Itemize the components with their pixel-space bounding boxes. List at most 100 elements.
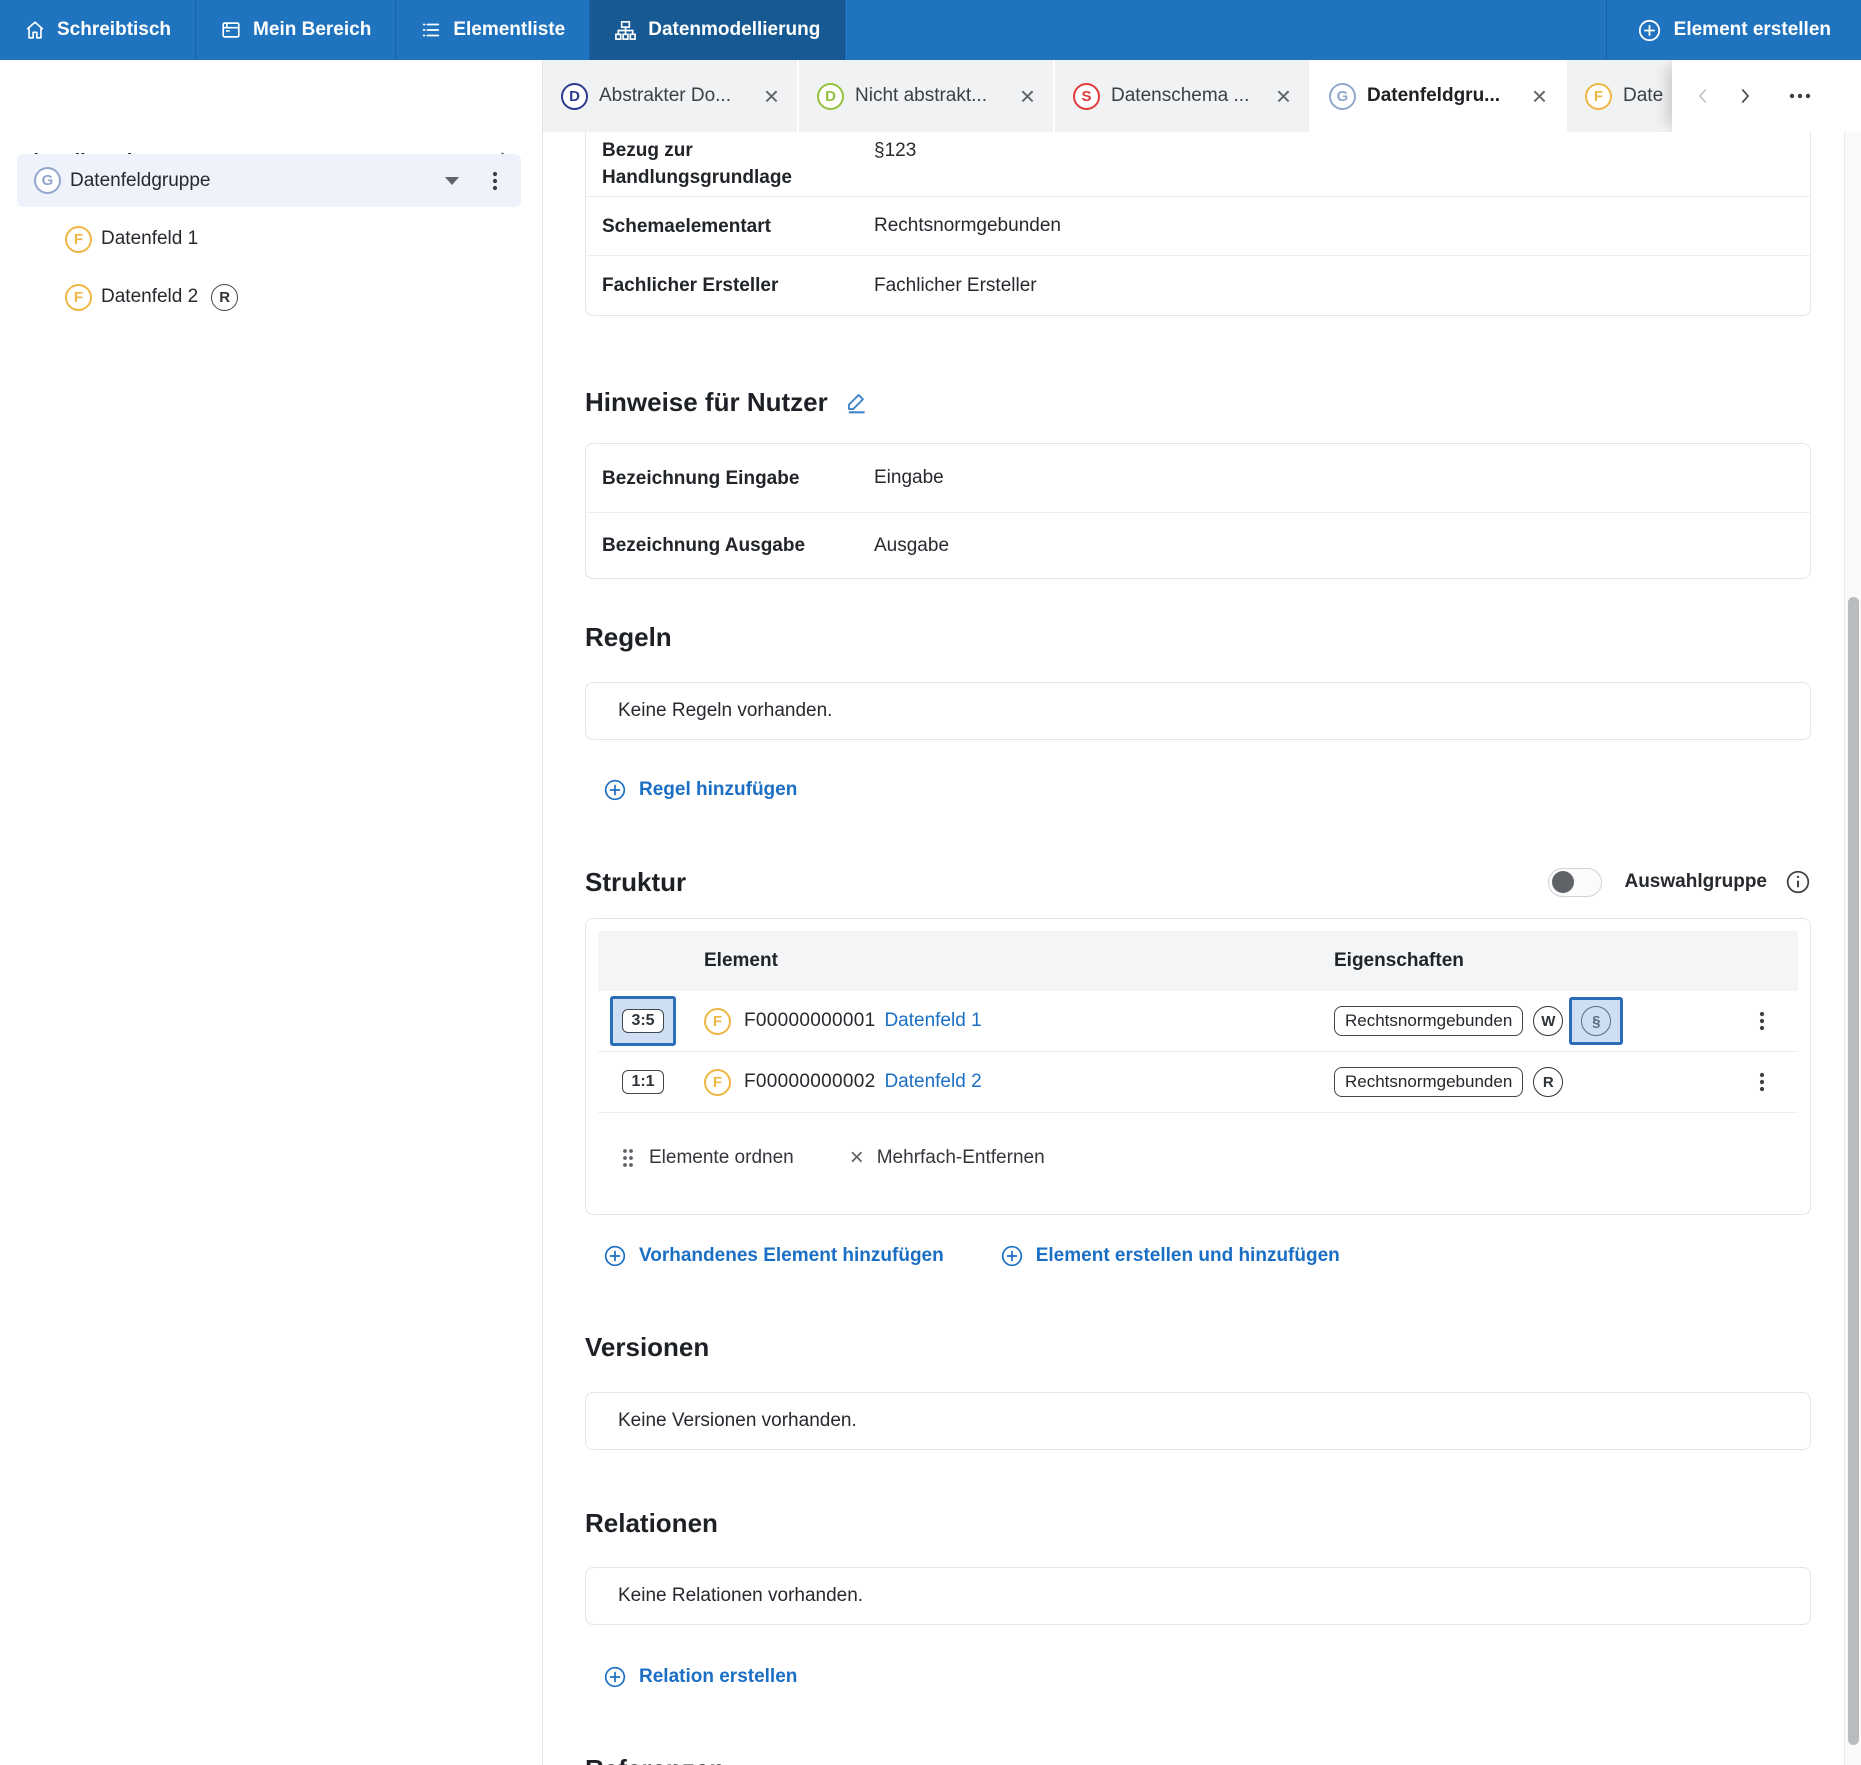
- plus-circle-icon: [603, 778, 627, 802]
- nav-elementliste[interactable]: Elementliste: [396, 0, 590, 60]
- tab-datenfeldgruppe[interactable]: G Datenfeldgru... ×: [1311, 60, 1565, 132]
- row-kebab-menu-icon[interactable]: [1746, 1070, 1772, 1094]
- nav-schreibtisch[interactable]: Schreibtisch: [0, 0, 196, 60]
- tab-label: Abstrakter Do...: [599, 85, 731, 107]
- info-icon[interactable]: [1785, 869, 1811, 895]
- element-name-link[interactable]: Datenfeld 1: [884, 1010, 981, 1032]
- close-icon[interactable]: ×: [1274, 83, 1293, 109]
- link-label: Regel hinzufügen: [639, 779, 797, 801]
- element-erstellen-button[interactable]: Element erstellen: [1606, 0, 1861, 60]
- sidebar-item-datenfeld-1[interactable]: F Datenfeld 1: [65, 210, 198, 268]
- detail-label: Schemaelementart: [602, 213, 874, 240]
- tab-label: Datenschema ...: [1111, 85, 1249, 107]
- element-cell: F F00000000002 Datenfeld 2: [688, 1069, 1334, 1096]
- document-type-icon: D: [561, 83, 588, 110]
- column-header-eigenschaften: Eigenschaften: [1334, 950, 1746, 972]
- table-row: 3:5 F F00000000001 Datenfeld 1 Rechtsnor…: [598, 991, 1798, 1052]
- tab-label: Datenfeldgru...: [1367, 85, 1500, 107]
- section-title: Referenzen: [585, 1753, 725, 1765]
- nav-label: Schreibtisch: [57, 19, 171, 41]
- detail-label: Fachlicher Ersteller: [602, 272, 874, 299]
- section-heading-referenzen: Referenzen: [585, 1753, 1811, 1765]
- mehrfach-entfernen-button[interactable]: × Mehrfach-Entfernen: [850, 1146, 1045, 1170]
- close-icon[interactable]: ×: [1530, 83, 1549, 109]
- sidebar-item-datenfeld-2[interactable]: F Datenfeld 2 R: [65, 268, 238, 326]
- tabs-scroll-left-icon[interactable]: [1688, 81, 1718, 111]
- regeln-empty-card: Keine Regeln vorhanden.: [585, 682, 1811, 740]
- workspace-icon: [220, 19, 242, 41]
- tab-abstrakter-do[interactable]: D Abstrakter Do... ×: [543, 60, 797, 132]
- sidebar-item-label: Datenfeld 1: [101, 228, 198, 250]
- sidebar-item-datenfeldgruppe[interactable]: G Datenfeldgruppe: [17, 154, 521, 207]
- vertical-scrollbar[interactable]: [1844, 132, 1861, 1765]
- home-icon: [24, 19, 46, 41]
- relationen-actions: Relation erstellen: [585, 1663, 1811, 1691]
- nav-mein-bereich[interactable]: Mein Bereich: [196, 0, 396, 60]
- app-window: Schreibtisch Mein Bereich Elementliste D…: [0, 0, 1861, 1765]
- regel-hinzufuegen-link[interactable]: Regel hinzufügen: [603, 778, 797, 802]
- tabs-scroll-right-icon[interactable]: [1730, 81, 1760, 111]
- tab-label: Nicht abstrakt...: [855, 85, 987, 107]
- toggle-label: Auswahlgruppe: [1624, 866, 1767, 898]
- detail-value: Ausgabe: [874, 535, 949, 557]
- sitemap-icon: [614, 19, 637, 42]
- element-details-card: Bezug zur Handlungsgrundlage §123 Schema…: [585, 132, 1811, 316]
- struktur-controls: Auswahlgruppe: [1548, 866, 1811, 898]
- multiplicity-badge-selected[interactable]: 3:5: [610, 996, 676, 1046]
- schema-type-chip: Rechtsnormgebunden: [1334, 1067, 1523, 1097]
- paragraph-badge: §: [1581, 1006, 1611, 1036]
- tab-datenschema[interactable]: S Datenschema ... ×: [1055, 60, 1309, 132]
- schema-type-chip: Rechtsnormgebunden: [1334, 1006, 1523, 1036]
- tab-scroll-controls: [1672, 60, 1861, 132]
- kebab-menu-icon[interactable]: [485, 170, 505, 192]
- section-title: Regeln: [585, 621, 672, 653]
- detail-row: Fachlicher Ersteller Fachlicher Erstelle…: [586, 255, 1810, 315]
- section-heading-regeln: Regeln: [585, 621, 1811, 653]
- element-name-link[interactable]: Datenfeld 2: [884, 1071, 981, 1093]
- auswahlgruppe-toggle[interactable]: [1548, 868, 1602, 897]
- detail-value: Eingabe: [874, 467, 944, 489]
- tool-label: Elemente ordnen: [649, 1147, 794, 1169]
- detail-row: Bezug zur Handlungsgrundlage §123: [586, 132, 1810, 196]
- struktur-actions: Vorhandenes Element hinzufügen Element e…: [585, 1242, 1811, 1270]
- section-title: Relationen: [585, 1507, 718, 1539]
- field-type-icon: F: [1585, 83, 1612, 110]
- detail-value: Rechtsnormgebunden: [874, 215, 1061, 237]
- relation-erstellen-link[interactable]: Relation erstellen: [603, 1665, 797, 1689]
- tabs-more-icon[interactable]: [1786, 82, 1814, 110]
- tab-nicht-abstrakt[interactable]: D Nicht abstrakt... ×: [799, 60, 1053, 132]
- close-icon[interactable]: ×: [1018, 83, 1037, 109]
- element-erstellen-und-hinzufuegen-link[interactable]: Element erstellen und hinzufügen: [1000, 1244, 1340, 1268]
- elemente-ordnen-button[interactable]: Elemente ordnen: [620, 1147, 794, 1169]
- row-kebab-menu-icon[interactable]: [1746, 1009, 1772, 1033]
- section-title: Struktur: [585, 866, 686, 898]
- element-cell: F F00000000001 Datenfeld 1: [688, 1008, 1334, 1035]
- detail-label: Bezeichnung Eingabe: [602, 465, 874, 492]
- properties-cell: Rechtsnormgebunden W §: [1334, 997, 1746, 1045]
- x-icon: ×: [850, 1146, 864, 1170]
- close-icon[interactable]: ×: [762, 83, 781, 109]
- detail-value: §123: [874, 137, 916, 162]
- struktur-table-header: Element Eigenschaften: [598, 931, 1798, 991]
- scrollbar-thumb[interactable]: [1848, 597, 1859, 1745]
- readonly-badge: R: [211, 284, 238, 311]
- drag-handle-icon: [620, 1147, 636, 1169]
- edit-pencil-icon[interactable]: [844, 389, 870, 415]
- paragraph-badge-selected[interactable]: §: [1569, 997, 1623, 1045]
- table-row: 1:1 F F00000000002 Datenfeld 2 Rechtsnor…: [598, 1052, 1798, 1113]
- vorhandenes-element-hinzufuegen-link[interactable]: Vorhandenes Element hinzufügen: [603, 1244, 944, 1268]
- sidebar: Aktuelles Element G Datenfeldgruppe F Da…: [0, 60, 543, 1765]
- field-type-icon: F: [704, 1008, 731, 1035]
- chevron-down-icon[interactable]: [445, 177, 459, 185]
- tab-strip: D Abstrakter Do... × D Nicht abstrakt...…: [543, 60, 1861, 132]
- nav-label: Datenmodellierung: [648, 19, 820, 41]
- toggle-knob: [1552, 871, 1574, 893]
- multiplicity-badge[interactable]: 1:1: [610, 1057, 676, 1107]
- topbar-spacer: [845, 0, 1605, 60]
- relationen-empty-card: Keine Relationen vorhanden.: [585, 1567, 1811, 1625]
- field-type-icon: F: [65, 284, 92, 311]
- plus-circle-icon: [1637, 18, 1662, 43]
- column-header-element: Element: [688, 950, 1334, 972]
- nav-datenmodellierung[interactable]: Datenmodellierung: [590, 0, 845, 60]
- section-heading-struktur: Struktur Auswahlgruppe: [585, 866, 1811, 898]
